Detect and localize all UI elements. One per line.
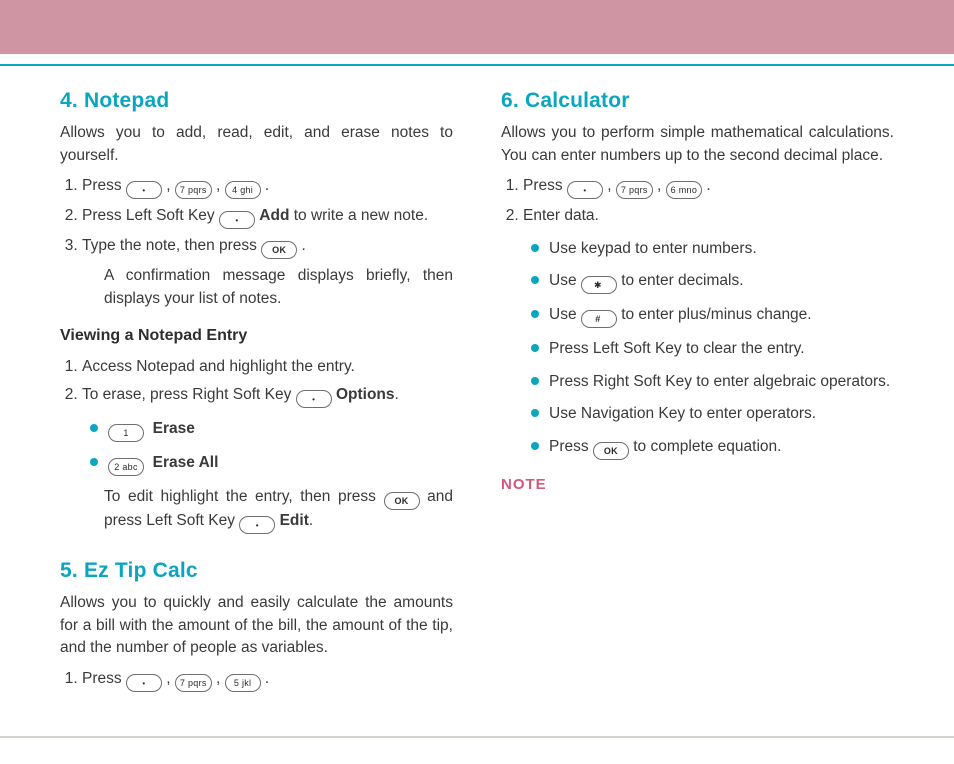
soft-key-icon	[239, 516, 275, 534]
calc-step-1: Press , 7 pqrs , 6 mno .	[523, 175, 894, 199]
ok-key-icon: OK	[384, 492, 420, 510]
key-7-icon: 7 pqrs	[616, 181, 653, 199]
eztip-intro: Allows you to quickly and easily calcula…	[60, 592, 453, 659]
section-calculator: 6. Calculator Allows you to perform simp…	[501, 86, 894, 495]
menu-key-icon	[126, 674, 162, 692]
menu-key-icon	[567, 181, 603, 199]
notepad-intro: Allows you to add, read, edit, and erase…	[60, 122, 453, 167]
view-step-1: Access Notepad and highlight the entry.	[82, 356, 453, 378]
suffix: .	[395, 386, 399, 403]
menu-key-icon	[126, 181, 162, 199]
calc-b1: Use keypad to enter numbers.	[549, 238, 894, 260]
view-step-2: To erase, press Right Soft Key Options. …	[82, 384, 453, 534]
step3-sub: A confirmation message displays briefly,…	[104, 265, 453, 310]
ok-key-icon: OK	[593, 442, 629, 460]
post: to enter decimals.	[621, 272, 743, 289]
key-6-icon: 6 mno	[666, 181, 703, 199]
calc-b6: Use Navigation Key to enter operators.	[549, 403, 894, 425]
calc-b3: Use to enter plus/minus change.	[549, 304, 894, 328]
section-notepad: 4. Notepad Allows you to add, read, edit…	[60, 86, 453, 534]
erase-all-label: Erase All	[153, 454, 219, 471]
bullet-erase-all: 2 abc Erase All	[108, 452, 453, 476]
note-label: NOTE	[501, 474, 894, 496]
calc-step-2: Enter data. Use keypad to enter numbers.…	[523, 205, 894, 459]
heading-eztip: 5. Ez Tip Calc	[60, 556, 453, 586]
soft-key-icon	[219, 211, 255, 229]
eztip-step-1: Press , 7 pqrs , 5 jkl .	[82, 668, 453, 692]
notepad-step-3: Type the note, then press OK . A confirm…	[82, 235, 453, 310]
calc-steps: Press , 7 pqrs , 6 mno . Enter data. Use…	[501, 175, 894, 459]
text: Press	[82, 670, 126, 687]
subheading-viewing: Viewing a Notepad Entry	[60, 324, 453, 347]
text: Press Left Soft Key	[82, 207, 219, 224]
edit-bold: Edit	[280, 512, 309, 529]
key-1-icon: 1	[108, 424, 144, 442]
star-key-icon	[581, 276, 617, 294]
soft-key-icon	[296, 390, 332, 408]
header-banner	[0, 0, 954, 57]
section-eztip: 5. Ez Tip Calc Allows you to quickly and…	[60, 556, 453, 692]
notepad-steps: Press , 7 pqrs , 4 ghi . Press Left Soft…	[60, 175, 453, 310]
post: to enter plus/minus change.	[621, 306, 811, 323]
heading-calculator: 6. Calculator	[501, 86, 894, 116]
key-7-icon: 7 pqrs	[175, 181, 212, 199]
text: Press	[523, 177, 567, 194]
viewing-steps: Access Notepad and highlight the entry. …	[60, 356, 453, 534]
text: Enter data.	[523, 207, 599, 224]
text: Type the note, then press	[82, 237, 261, 254]
header-rule	[0, 64, 954, 66]
erase-label: Erase	[153, 420, 195, 437]
bullet-erase: 1 Erase	[108, 418, 453, 442]
page-body: 4. Notepad Allows you to add, read, edit…	[60, 86, 894, 728]
edit-line: To edit highlight the entry, then press …	[104, 486, 453, 534]
calc-bullets: Use keypad to enter numbers. Use to ente…	[523, 238, 894, 460]
notepad-step-1: Press , 7 pqrs , 4 ghi .	[82, 175, 453, 199]
calc-intro: Allows you to perform simple mathematica…	[501, 122, 894, 167]
pre: Use	[549, 272, 581, 289]
text: Press	[82, 177, 126, 194]
heading-notepad: 4. Notepad	[60, 86, 453, 116]
footer-rule	[0, 736, 954, 738]
step2-suffix: to write a new note.	[289, 207, 428, 224]
options-bold: Options	[336, 386, 395, 403]
ok-key-icon: OK	[261, 241, 297, 259]
options-bullets: 1 Erase 2 abc Erase All	[82, 418, 453, 476]
key-4-icon: 4 ghi	[225, 181, 261, 199]
edit-suffix: .	[309, 512, 313, 529]
calc-b7: Press OK to complete equation.	[549, 436, 894, 460]
post: to complete equation.	[633, 438, 781, 455]
calc-b2: Use to enter decimals.	[549, 270, 894, 294]
pre: Press	[549, 438, 593, 455]
notepad-step-2: Press Left Soft Key Add to write a new n…	[82, 205, 453, 229]
edit-a: To edit highlight the entry, then press	[104, 488, 384, 505]
pre: Use	[549, 306, 581, 323]
calc-b5: Press Right Soft Key to enter algebraic …	[549, 371, 894, 393]
key-7-icon: 7 pqrs	[175, 674, 212, 692]
calc-b4: Press Left Soft Key to clear the entry.	[549, 338, 894, 360]
key-5-icon: 5 jkl	[225, 674, 261, 692]
key-2-icon: 2 abc	[108, 458, 144, 476]
text: To erase, press Right Soft Key	[82, 386, 296, 403]
hash-key-icon	[581, 310, 617, 328]
text2: .	[302, 237, 306, 254]
eztip-steps: Press , 7 pqrs , 5 jkl .	[60, 668, 453, 692]
step2-bold: Add	[259, 207, 289, 224]
